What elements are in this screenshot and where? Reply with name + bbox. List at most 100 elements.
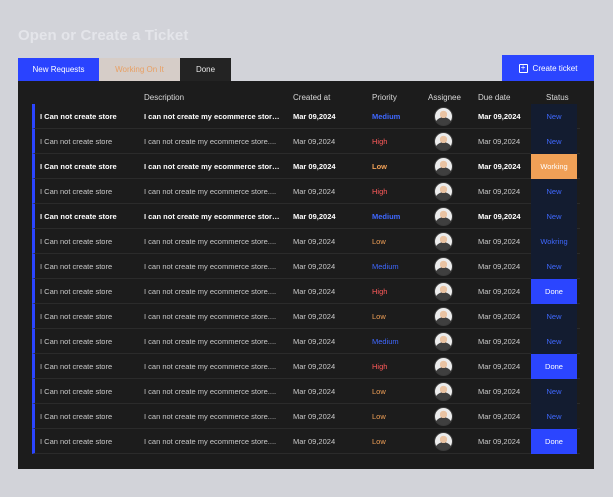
created-date: Mar 09,2024 [293, 162, 336, 171]
created-date: Mar 09,2024 [293, 387, 336, 396]
due-date: Mar 09,2024 [478, 437, 521, 446]
ticket-title: I Can not create store [40, 287, 113, 296]
status-badge[interactable]: New [531, 254, 577, 279]
table-row[interactable]: I Can not create store I can not create m… [32, 329, 580, 354]
created-date: Mar 09,2024 [293, 437, 336, 446]
due-date: Mar 09,2024 [478, 162, 521, 171]
table-body: I Can not create store I can not create m… [32, 104, 580, 454]
assignee-avatar[interactable] [434, 382, 453, 401]
ticket-title: I Can not create store [40, 362, 113, 371]
ticket-description: I can not create my ecommerce store.... [144, 362, 277, 371]
ticket-description: I can not create my ecommerce store.... [144, 237, 277, 246]
ticket-title: I Can not create store [40, 387, 113, 396]
tab-working-on-it[interactable]: Working On It [99, 58, 180, 81]
status-badge[interactable]: New [531, 404, 577, 429]
assignee-avatar[interactable] [434, 357, 453, 376]
table-row[interactable]: I Can not create store I can not create m… [32, 254, 580, 279]
priority-label: Low [372, 412, 386, 421]
due-date: Mar 09,2024 [478, 112, 521, 121]
priority-label: High [372, 137, 388, 146]
status-badge[interactable]: Working [531, 154, 577, 179]
status-badge[interactable]: New [531, 379, 577, 404]
assignee-avatar[interactable] [434, 407, 453, 426]
assignee-avatar[interactable] [434, 307, 453, 326]
status-badge[interactable]: New [531, 129, 577, 154]
created-date: Mar 09,2024 [293, 362, 336, 371]
assignee-avatar[interactable] [434, 232, 453, 251]
status-badge[interactable]: Done [531, 429, 577, 454]
priority-label: Medium [372, 262, 399, 271]
created-date: Mar 09,2024 [293, 287, 336, 296]
table-row[interactable]: I Can not create store I can not create m… [32, 429, 580, 454]
ticket-description: I can not create my ecommerce store.... [144, 187, 277, 196]
ticket-title: I Can not create store [40, 112, 117, 121]
status-badge[interactable]: New [531, 179, 577, 204]
table-row[interactable]: I Can not create store I can not create m… [32, 354, 580, 379]
table-row[interactable]: I Can not create store I can not create m… [32, 179, 580, 204]
due-date: Mar 09,2024 [478, 387, 521, 396]
created-date: Mar 09,2024 [293, 337, 336, 346]
created-date: Mar 09,2024 [293, 112, 336, 121]
table-row[interactable]: I Can not create store I can not create m… [32, 204, 580, 229]
assignee-avatar[interactable] [434, 332, 453, 351]
status-badge[interactable]: Done [531, 354, 577, 379]
status-badge[interactable]: New [531, 304, 577, 329]
assignee-avatar[interactable] [434, 182, 453, 201]
due-date: Mar 09,2024 [478, 287, 521, 296]
table-row[interactable]: I Can not create store I can not create m… [32, 379, 580, 404]
priority-label: Low [372, 237, 386, 246]
tab-done[interactable]: Done [180, 58, 231, 81]
table-row[interactable]: I Can not create store I can not create m… [32, 279, 580, 304]
create-ticket-button[interactable]: + Create ticket [502, 55, 594, 81]
assignee-avatar[interactable] [434, 132, 453, 151]
assignee-avatar[interactable] [434, 257, 453, 276]
due-date: Mar 09,2024 [478, 237, 521, 246]
ticket-description: I can not create my ecommerce store.... [144, 287, 277, 296]
table-row[interactable]: I Can not create store I can not create m… [32, 304, 580, 329]
ticket-title: I Can not create store [40, 262, 113, 271]
ticket-tabs: New Requests Working On It Done [18, 58, 231, 81]
assignee-avatar[interactable] [434, 107, 453, 126]
table-row[interactable]: I Can not create store I can not create m… [32, 229, 580, 254]
table-header: Description Created at Priority Assignee… [18, 89, 594, 105]
created-date: Mar 09,2024 [293, 212, 336, 221]
ticket-description: I can not create my ecommerce store.... [144, 437, 277, 446]
ticket-description: I can not create my ecommerce store.... [144, 112, 282, 121]
ticket-title: I Can not create store [40, 137, 113, 146]
ticket-description: I can not create my ecommerce store.... [144, 162, 282, 171]
header-description: Description [144, 93, 185, 102]
table-row[interactable]: I Can not create store I can not create m… [32, 404, 580, 429]
create-ticket-label: Create ticket [532, 63, 578, 73]
table-row[interactable]: I Can not create store I can not create m… [32, 129, 580, 154]
plus-square-icon: + [518, 63, 528, 73]
assignee-avatar[interactable] [434, 282, 453, 301]
assignee-avatar[interactable] [434, 432, 453, 451]
due-date: Mar 09,2024 [478, 212, 521, 221]
status-badge[interactable]: Done [531, 279, 577, 304]
priority-label: Low [372, 387, 386, 396]
ticket-description: I can not create my ecommerce store.... [144, 312, 277, 321]
table-row[interactable]: I Can not create store I can not create m… [32, 104, 580, 129]
status-badge[interactable]: Wokring [531, 229, 577, 254]
due-date: Mar 09,2024 [478, 312, 521, 321]
status-badge[interactable]: New [531, 204, 577, 229]
assignee-avatar[interactable] [434, 207, 453, 226]
tickets-table: Description Created at Priority Assignee… [18, 81, 594, 469]
header-priority: Priority [372, 93, 397, 102]
priority-label: Medium [372, 337, 399, 346]
priority-label: High [372, 187, 388, 196]
created-date: Mar 09,2024 [293, 262, 336, 271]
header-due-date: Due date [478, 93, 511, 102]
header-status: Status [546, 93, 569, 102]
status-badge[interactable]: New [531, 104, 577, 129]
priority-label: Low [372, 162, 387, 171]
ticket-title: I Can not create store [40, 212, 117, 221]
ticket-title: I Can not create store [40, 437, 113, 446]
due-date: Mar 09,2024 [478, 262, 521, 271]
tab-new-requests[interactable]: New Requests [18, 58, 99, 81]
status-badge[interactable]: New [531, 329, 577, 354]
table-row[interactable]: I Can not create store I can not create m… [32, 154, 580, 179]
due-date: Mar 09,2024 [478, 187, 521, 196]
header-assignee: Assignee [428, 93, 461, 102]
assignee-avatar[interactable] [434, 157, 453, 176]
